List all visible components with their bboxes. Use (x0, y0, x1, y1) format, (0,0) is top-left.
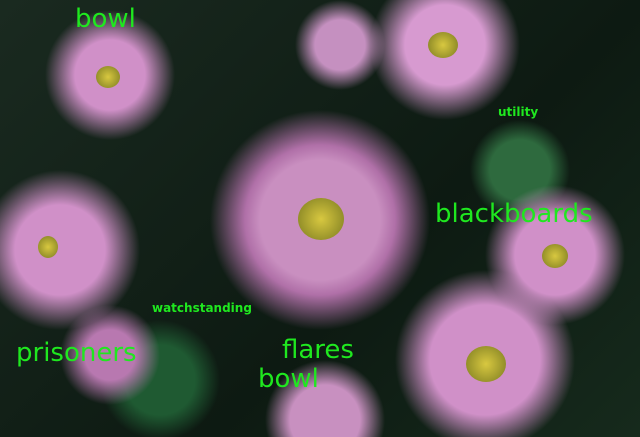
label-bowl-bottom: bowl (258, 364, 319, 394)
flower-center (466, 346, 506, 382)
flower-center (38, 236, 58, 258)
flower-center (96, 66, 120, 88)
label-bowl-top: bowl (75, 4, 136, 34)
label-utility: utility (498, 105, 539, 119)
flower-center (428, 32, 458, 58)
label-watchstanding: watchstanding (152, 301, 252, 315)
flower-center (542, 244, 568, 268)
label-prisoners: prisoners (16, 338, 137, 368)
label-flares: flares (282, 335, 354, 365)
flower-center (298, 198, 344, 240)
label-blackboards: blackboards (435, 199, 593, 229)
